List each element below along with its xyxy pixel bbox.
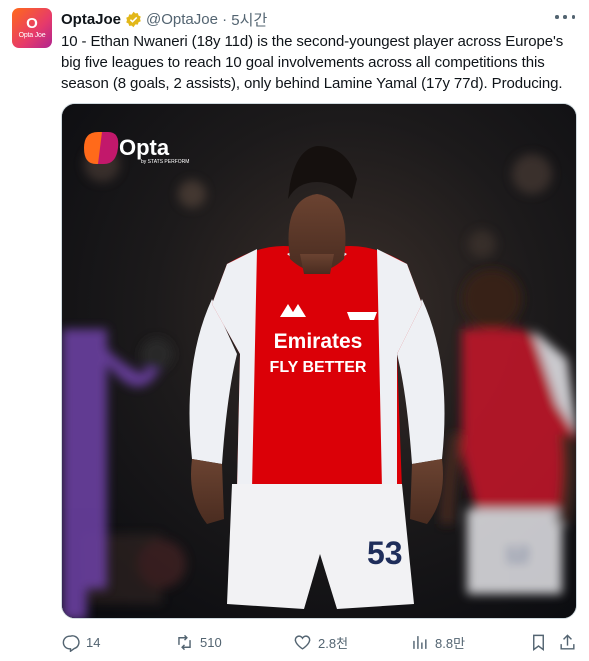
avatar-label: Opta Joe [18, 31, 46, 39]
bookmark-icon [533, 634, 544, 651]
retweet-button[interactable]: 510 [175, 630, 222, 654]
sponsor-emirates-text: Emirates [274, 330, 363, 353]
heart-icon [294, 634, 311, 650]
like-button[interactable]: 2.8천 [293, 630, 348, 654]
reply-icon [62, 634, 80, 652]
bookmark-button[interactable] [529, 630, 548, 654]
arsenal-crest-icon [347, 312, 377, 320]
author-display-name[interactable]: OptaJoe [61, 11, 121, 28]
avatar-logo-mark: O [26, 14, 38, 32]
tweet-header: OptaJoe @OptaJoe · 5시간 [61, 9, 267, 29]
like-count: 2.8천 [318, 635, 349, 651]
reply-count: 14 [86, 634, 101, 650]
bg-player-number: 12 [505, 542, 529, 567]
tweet-media-photo[interactable]: 12 53 Emirates FLY BETTER Opta by STATS … [61, 103, 577, 619]
views-button[interactable]: 8.8만 [410, 630, 465, 654]
opta-sub-text: by STATS PERFORM [141, 159, 189, 165]
tweet-actions-bar: 14 510 2.8천 8.8만 [61, 630, 579, 654]
retweet-count: 510 [200, 634, 222, 650]
tweet-time[interactable]: 5시간 [231, 9, 267, 30]
more-options-icon[interactable] [555, 10, 575, 24]
reply-button[interactable]: 14 [61, 630, 100, 654]
verified-badge-icon[interactable] [125, 11, 142, 28]
author-handle[interactable]: @OptaJoe [146, 11, 218, 28]
views-count: 8.8만 [435, 635, 466, 651]
views-chart-icon [413, 635, 427, 649]
retweet-icon [178, 634, 191, 650]
sponsor-flybetter-text: FLY BETTER [270, 359, 367, 376]
separator-dot: · [217, 10, 232, 28]
share-icon [560, 633, 575, 650]
player-photo-illustration: 12 53 Emirates FLY BETTER Opta by STATS … [62, 104, 576, 618]
tweet-text: 10 - Ethan Nwaneri (18y 11d) is the seco… [61, 33, 568, 92]
author-avatar[interactable]: O Opta Joe [12, 8, 52, 48]
shirt-number: 53 [367, 535, 403, 571]
opta-brand-text: Opta [119, 135, 170, 160]
share-button[interactable] [558, 630, 577, 654]
